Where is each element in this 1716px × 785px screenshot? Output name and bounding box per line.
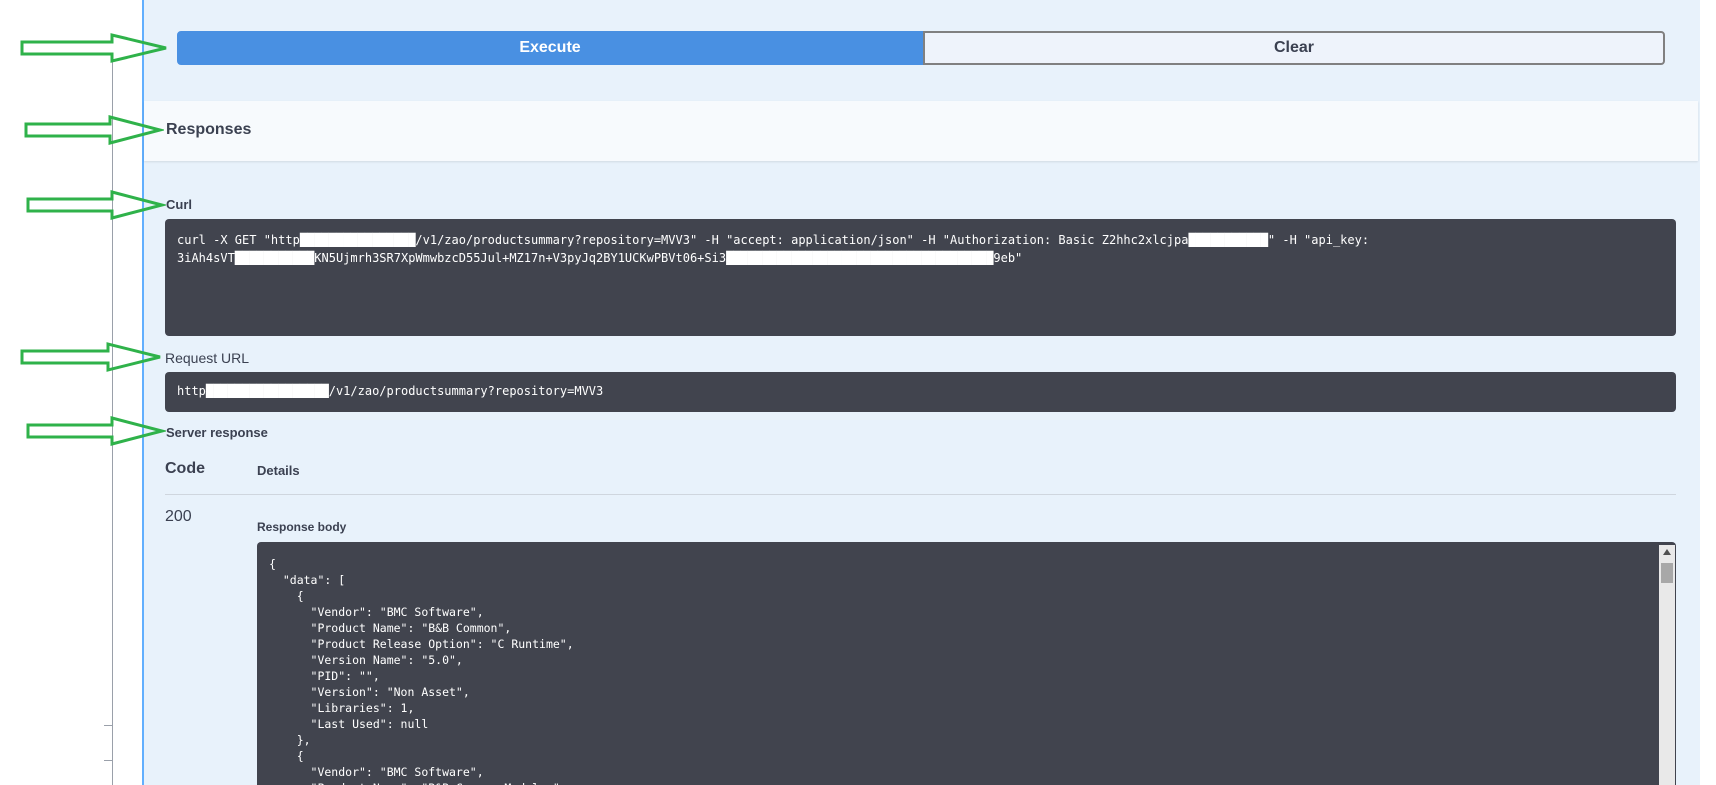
left-tick	[104, 725, 112, 726]
curl-label: Curl	[166, 197, 192, 212]
details-column-header: Details	[257, 463, 300, 478]
annotation-arrow-icon	[20, 342, 161, 372]
response-body-label: Response body	[257, 520, 347, 534]
curl-line-2: 3iAh4sVT███████████KN5Ujmrh3SR7XpWmwbzcD…	[177, 251, 1023, 265]
annotation-arrow-icon	[20, 33, 167, 63]
code-column-header: Code	[165, 460, 205, 477]
scroll-thumb[interactable]	[1661, 563, 1673, 583]
curl-line-1: curl -X GET "http████████████████/v1/zao…	[177, 233, 1370, 247]
clear-button[interactable]: Clear	[923, 31, 1665, 65]
execute-button[interactable]: Execute	[177, 31, 923, 65]
request-url-value[interactable]: http█████████████████/v1/zao/productsumm…	[165, 372, 1676, 412]
request-url-label: Request URL	[165, 350, 250, 366]
responses-header	[144, 101, 1698, 161]
response-status-code: 200	[165, 508, 192, 525]
curl-command[interactable]: curl -X GET "http████████████████/v1/zao…	[165, 219, 1676, 336]
responses-title: Responses	[166, 121, 252, 138]
scroll-up-arrow-icon[interactable]	[1663, 549, 1671, 555]
left-tick	[104, 760, 112, 761]
server-response-label: Server response	[166, 425, 268, 440]
response-body[interactable]: { "data": [ { "Vendor": "BMC Software", …	[257, 542, 1676, 785]
annotation-arrow-icon	[24, 115, 164, 145]
table-divider	[165, 494, 1676, 495]
execute-wrapper: Execute Clear	[177, 31, 1665, 65]
annotation-arrow-icon	[26, 190, 166, 220]
annotation-arrow-icon	[26, 416, 166, 446]
